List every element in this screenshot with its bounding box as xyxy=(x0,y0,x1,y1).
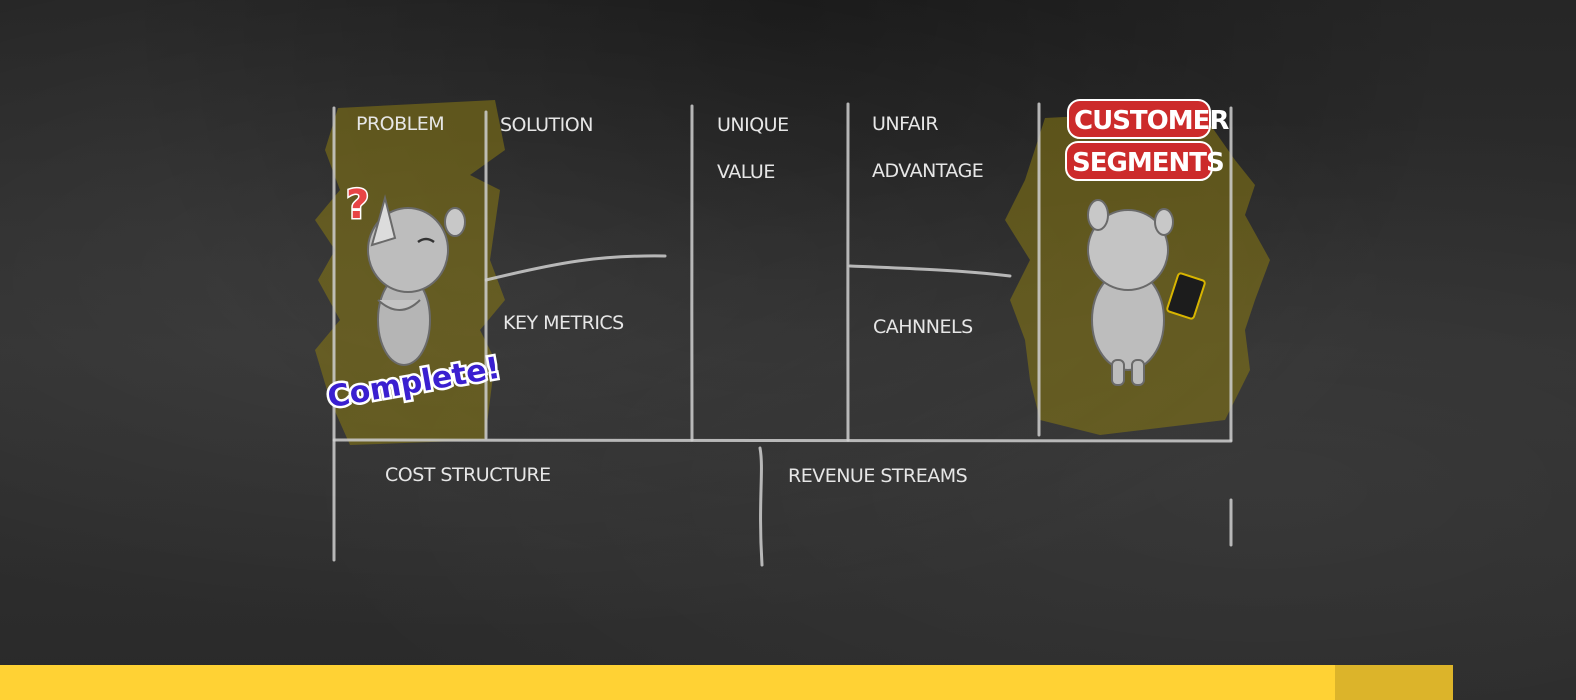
problem-label: PROBLEM xyxy=(356,113,444,135)
solution-label: SOLUTION xyxy=(500,114,593,136)
revenue-streams-label: REVENUE STREAMS xyxy=(788,465,967,487)
channels-label: CAHNNELS xyxy=(873,316,973,338)
cost-structure-label: COST STRUCTURE xyxy=(385,464,551,486)
footer-yellow-bar xyxy=(0,665,1335,700)
unfair-advantage-label-line2: ADVANTAGE xyxy=(872,160,983,182)
key-metrics-label: KEY METRICS xyxy=(503,312,624,334)
unique-value-label-line2: VALUE xyxy=(717,161,775,183)
unique-value-label-line1: UNIQUE xyxy=(717,114,789,136)
customer-segments-label-line1: CUSTOMER xyxy=(1074,106,1229,136)
question-mark-sticker: ? xyxy=(346,182,369,228)
lean-canvas-board: PROBLEM SOLUTION UNIQUE VALUE UNFAIR ADV… xyxy=(315,99,1270,567)
unfair-advantage-label-line1: UNFAIR xyxy=(872,113,938,135)
footer-tab xyxy=(1335,665,1453,700)
customer-segments-label-line2: SEGMENTS xyxy=(1072,148,1224,178)
